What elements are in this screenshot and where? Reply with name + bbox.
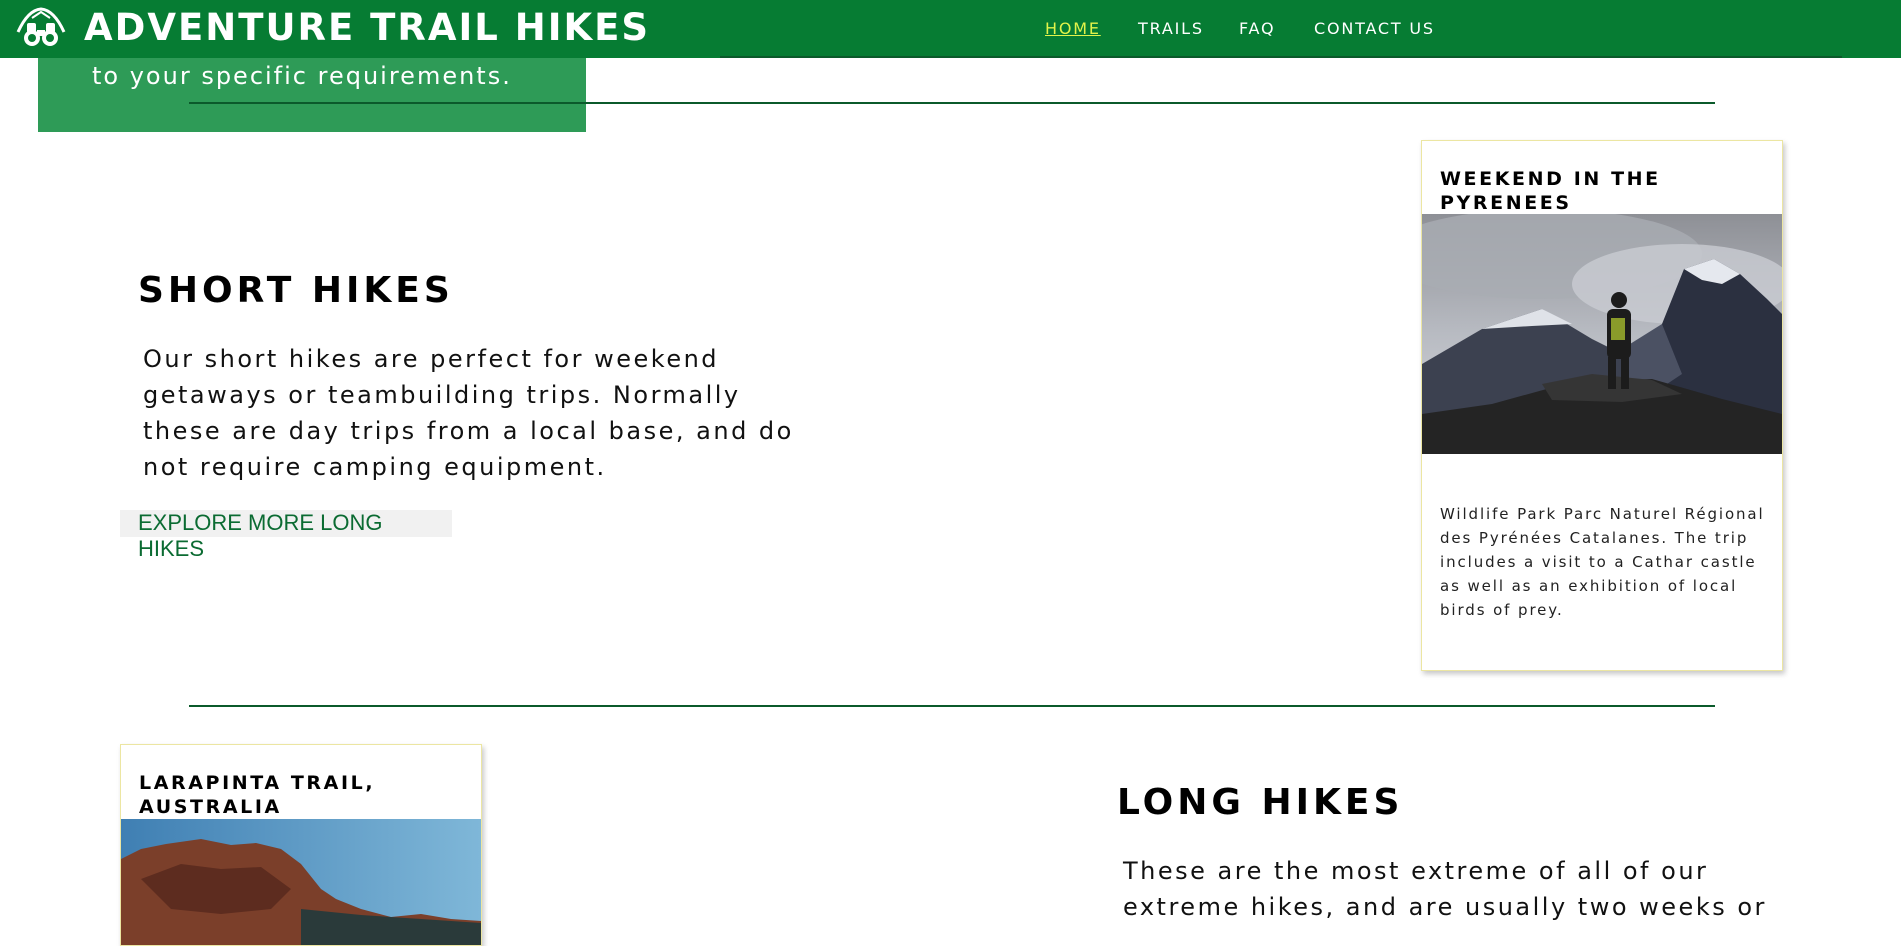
header-divider [720, 56, 1842, 58]
hero-text: to your specific requirements. [92, 62, 512, 90]
long-hikes-description: These are the most extreme of all of our… [1123, 857, 1767, 921]
nav-trails-link[interactable]: TRAILS [1138, 19, 1204, 38]
binoculars-mountain-icon[interactable] [14, 6, 68, 50]
site-brand-title[interactable]: ADVENTURE TRAIL HIKES [84, 6, 650, 49]
nav-home-link[interactable]: HOME [1045, 19, 1101, 38]
nav-faq-link[interactable]: FAQ [1239, 19, 1275, 38]
red-rock-cliffs-photo [121, 819, 481, 945]
card-title: WEEKEND IN THE PYRENEES [1440, 168, 1661, 214]
short-hikes-heading: SHORT HIKES [138, 270, 454, 311]
nav-contact-link[interactable]: CONTACT US [1314, 19, 1435, 38]
trip-card-pyrenees[interactable]: WEEKEND IN THE PYRENEES Wildlife Park Pa… [1421, 140, 1783, 671]
card-title: LARAPINTA TRAIL, AUSTRALIA [139, 772, 376, 818]
short-hikes-description: Our short hikes are perfect for weekend … [143, 345, 794, 481]
trip-card-larapinta[interactable]: LARAPINTA TRAIL, AUSTRALIA [120, 744, 482, 946]
top-nav-bar: ADVENTURE TRAIL HIKES HOME TRAILS FAQ CO… [0, 0, 1901, 58]
section-divider [189, 102, 1715, 104]
explore-more-button[interactable]: EXPLORE MORE LONG HIKES [120, 510, 452, 561]
section-divider [189, 705, 1715, 707]
card-description: Wildlife Park Parc Naturel Régional des … [1440, 505, 1765, 619]
long-hikes-heading: LONG HIKES [1117, 782, 1404, 823]
hiker-on-mountain-photo [1422, 209, 1782, 454]
